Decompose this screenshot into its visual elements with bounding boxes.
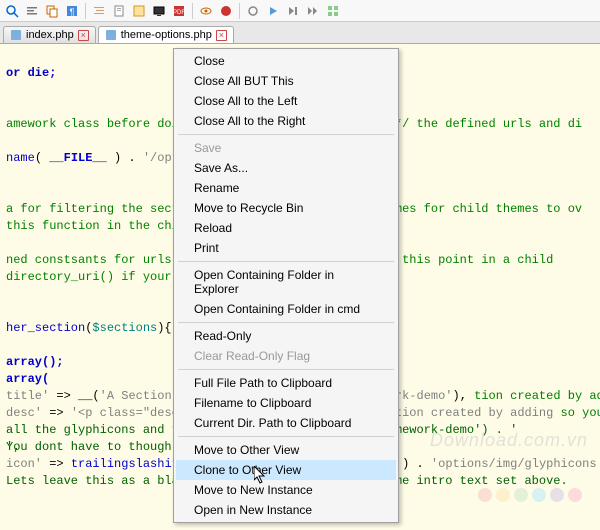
next-icon[interactable] bbox=[284, 2, 302, 20]
menu-item-reload[interactable]: Reload bbox=[176, 218, 396, 238]
php-file-icon bbox=[105, 29, 117, 41]
php-file-icon bbox=[10, 29, 22, 41]
letter-icon[interactable] bbox=[130, 2, 148, 20]
tab-context-menu: CloseClose All BUT ThisClose All to the … bbox=[173, 48, 399, 523]
menu-separator bbox=[178, 134, 394, 135]
decorative-dot bbox=[496, 488, 510, 502]
decorative-dots bbox=[478, 488, 582, 502]
menu-item-close-all-to-the-left[interactable]: Close All to the Left bbox=[176, 91, 396, 111]
menu-item-save-as[interactable]: Save As... bbox=[176, 158, 396, 178]
decorative-dot bbox=[478, 488, 492, 502]
menu-item-move-to-recycle-bin[interactable]: Move to Recycle Bin bbox=[176, 198, 396, 218]
file-icon[interactable] bbox=[110, 2, 128, 20]
menu-item-open-containing-folder-in-explorer[interactable]: Open Containing Folder in Explorer bbox=[176, 265, 396, 299]
circle-icon[interactable] bbox=[244, 2, 262, 20]
eye-icon[interactable] bbox=[197, 2, 215, 20]
menu-item-move-to-new-instance[interactable]: Move to New Instance bbox=[176, 480, 396, 500]
copy-icon[interactable] bbox=[43, 2, 61, 20]
forward-icon[interactable] bbox=[304, 2, 322, 20]
menu-item-open-containing-folder-in-cmd[interactable]: Open Containing Folder in cmd bbox=[176, 299, 396, 319]
menu-item-clear-read-only-flag: Clear Read-Only Flag bbox=[176, 346, 396, 366]
close-icon[interactable]: × bbox=[78, 30, 89, 41]
zoom-icon[interactable] bbox=[3, 2, 21, 20]
pdf-icon[interactable]: PDF bbox=[170, 2, 188, 20]
toolbar-separator bbox=[85, 3, 86, 19]
svg-text:PDF: PDF bbox=[173, 10, 185, 16]
indent-left-icon[interactable] bbox=[23, 2, 41, 20]
monitor-icon[interactable] bbox=[150, 2, 168, 20]
menu-separator bbox=[178, 436, 394, 437]
close-icon[interactable]: × bbox=[216, 30, 227, 41]
paragraph-icon[interactable] bbox=[90, 2, 108, 20]
menu-item-read-only[interactable]: Read-Only bbox=[176, 326, 396, 346]
tab-label: index.php bbox=[26, 29, 74, 41]
menu-item-save: Save bbox=[176, 138, 396, 158]
tab-label: theme-options.php bbox=[121, 29, 212, 41]
svg-text:¶: ¶ bbox=[70, 7, 75, 17]
toolbar: ¶ PDF bbox=[0, 0, 600, 22]
toolbar-separator bbox=[239, 3, 240, 19]
menu-item-clone-to-other-view[interactable]: Clone to Other View bbox=[176, 460, 396, 480]
decorative-dot bbox=[568, 488, 582, 502]
decorative-dot bbox=[550, 488, 564, 502]
menu-item-close[interactable]: Close bbox=[176, 51, 396, 71]
menu-item-print[interactable]: Print bbox=[176, 238, 396, 258]
menu-item-open-in-new-instance[interactable]: Open in New Instance bbox=[176, 500, 396, 520]
decorative-dot bbox=[514, 488, 528, 502]
record-icon[interactable] bbox=[217, 2, 235, 20]
menu-item-close-all-but-this[interactable]: Close All BUT This bbox=[176, 71, 396, 91]
menu-separator bbox=[178, 322, 394, 323]
menu-item-current-dir-path-to-clipboard[interactable]: Current Dir. Path to Clipboard bbox=[176, 413, 396, 433]
play-icon[interactable] bbox=[264, 2, 282, 20]
grid-icon[interactable] bbox=[324, 2, 342, 20]
menu-item-full-file-path-to-clipboard[interactable]: Full File Path to Clipboard bbox=[176, 373, 396, 393]
menu-separator bbox=[178, 261, 394, 262]
toolbar-separator bbox=[192, 3, 193, 19]
tab-index-php[interactable]: index.php × bbox=[3, 26, 96, 43]
menu-item-filename-to-clipboard[interactable]: Filename to Clipboard bbox=[176, 393, 396, 413]
menu-separator bbox=[178, 369, 394, 370]
menu-item-rename[interactable]: Rename bbox=[176, 178, 396, 198]
decorative-dot bbox=[532, 488, 546, 502]
word-wrap-icon[interactable]: ¶ bbox=[63, 2, 81, 20]
menu-item-close-all-to-the-right[interactable]: Close All to the Right bbox=[176, 111, 396, 131]
tab-theme-options-php[interactable]: theme-options.php × bbox=[98, 26, 234, 43]
tab-bar: index.php × theme-options.php × bbox=[0, 22, 600, 44]
menu-item-move-to-other-view[interactable]: Move to Other View bbox=[176, 440, 396, 460]
